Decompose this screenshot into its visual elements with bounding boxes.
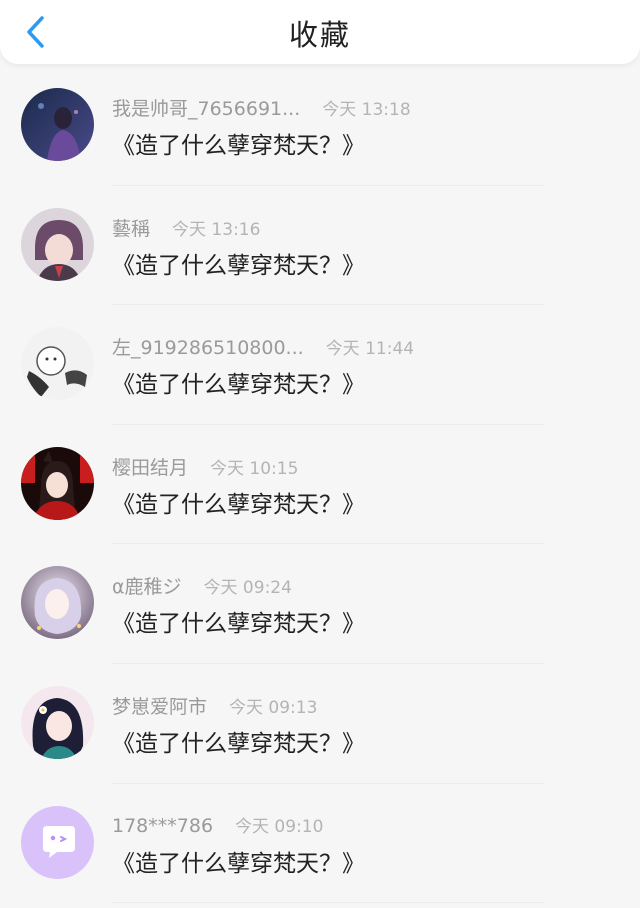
timestamp: 今天 13:18 [322, 100, 411, 120]
list-item[interactable]: α鹿稚ジ 今天 09:24 《造了什么孽穿梵天？》 [0, 544, 640, 664]
avatar[interactable] [21, 207, 94, 281]
item-meta: 梦崽爱阿市 今天 09:13 [112, 692, 317, 718]
book-title[interactable]: 《造了什么孽穿梵天？》 [112, 126, 365, 160]
item-meta: 樱田结月 今天 10:15 [112, 453, 298, 479]
item-meta: 178***786 今天 09:10 [112, 812, 323, 838]
user-name[interactable]: 178***786 [112, 815, 213, 837]
top-bar: 收藏 [0, 0, 640, 64]
user-name[interactable]: 藝稱 [112, 214, 150, 241]
favorites-list: 我是帅哥_7656691... 今天 13:18 《造了什么孽穿梵天？》 藝稱 … [0, 66, 640, 904]
item-meta: α鹿稚ジ 今天 09:24 [112, 572, 292, 598]
divider [112, 902, 544, 904]
avatar[interactable] [21, 327, 94, 401]
timestamp: 今天 09:13 [229, 697, 318, 718]
list-item[interactable]: 178***786 今天 09:10 《造了什么孽穿梵天？》 [0, 784, 640, 904]
list-item[interactable]: 樱田结月 今天 10:15 《造了什么孽穿梵天？》 [0, 425, 640, 545]
timestamp: 今天 09:10 [235, 816, 324, 837]
timestamp: 今天 09:24 [203, 578, 292, 599]
page-title: 收藏 [288, 18, 351, 52]
book-title[interactable]: 《造了什么孽穿梵天？》 [112, 604, 365, 638]
avatar[interactable] [21, 88, 94, 161]
avatar[interactable] [21, 566, 94, 640]
list-item[interactable]: 我是帅哥_7656691... 今天 13:18 《造了什么孽穿梵天？》 [0, 66, 640, 186]
avatar[interactable] [21, 446, 94, 520]
user-name[interactable]: 梦崽爱阿市 [112, 692, 207, 719]
user-name[interactable]: 樱田结月 [112, 453, 188, 480]
user-name[interactable]: 左_919286510800... [112, 333, 304, 360]
item-meta: 我是帅哥_7656691... 今天 13:18 [112, 94, 411, 120]
book-title[interactable]: 《造了什么孽穿梵天？》 [112, 365, 365, 399]
list-item[interactable]: 藝稱 今天 13:16 《造了什么孽穿梵天？》 [0, 186, 640, 306]
avatar[interactable] [21, 805, 94, 879]
list-item[interactable]: 左_919286510800... 今天 11:44 《造了什么孽穿梵天？》 [0, 305, 640, 425]
user-name[interactable]: 我是帅哥_7656691... [112, 94, 300, 121]
timestamp: 今天 11:44 [325, 339, 415, 360]
book-title[interactable]: 《造了什么孽穿梵天？》 [112, 485, 365, 519]
item-meta: 左_919286510800... 今天 11:44 [112, 333, 414, 359]
list-item[interactable]: 梦崽爱阿市 今天 09:13 《造了什么孽穿梵天？》 [0, 664, 640, 784]
book-title[interactable]: 《造了什么孽穿梵天？》 [112, 246, 365, 280]
user-name[interactable]: α鹿稚ジ [112, 572, 182, 599]
item-meta: 藝稱 今天 13:16 [112, 214, 260, 240]
avatar[interactable] [21, 685, 94, 759]
book-title[interactable]: 《造了什么孽穿梵天？》 [112, 724, 365, 758]
book-title[interactable]: 《造了什么孽穿梵天？》 [112, 844, 365, 878]
timestamp: 今天 10:15 [210, 458, 299, 479]
timestamp: 今天 13:16 [172, 219, 261, 240]
